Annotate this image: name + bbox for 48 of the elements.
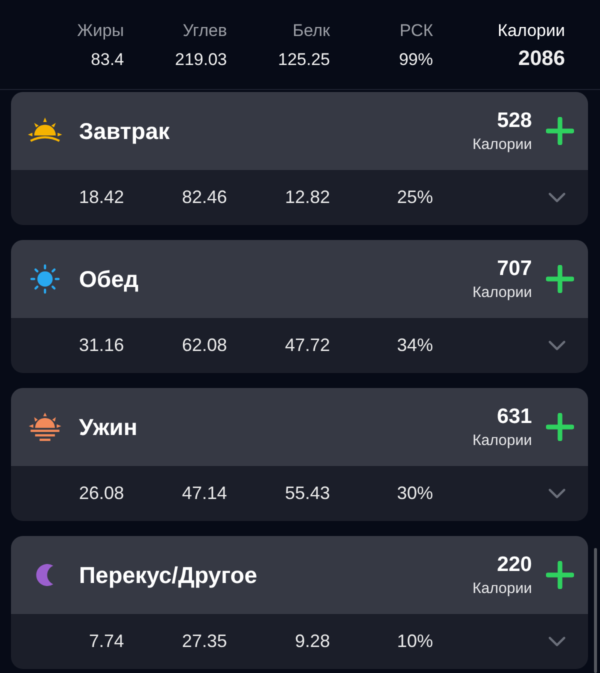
- column-label: Жиры: [77, 21, 124, 41]
- nutrient-value: 7.74: [88, 631, 124, 652]
- column-value: 99%: [398, 50, 433, 70]
- meal-calories: 707: [496, 257, 532, 281]
- column-label: Углев: [182, 21, 227, 41]
- nutrient-value: 47.14: [182, 483, 227, 504]
- nutrient-value: 27.35: [182, 631, 227, 652]
- calories-total: 2086: [518, 47, 565, 71]
- calories-label: Калории: [472, 284, 532, 301]
- calories-label: Калории: [472, 432, 532, 449]
- nutrient-value: 30%: [396, 483, 433, 504]
- meal-name: Перекус/Другое: [79, 562, 258, 588]
- add-icon[interactable]: [546, 117, 574, 145]
- chevron-down-icon[interactable]: [548, 636, 566, 647]
- chevron-down-icon[interactable]: [548, 192, 566, 203]
- add-icon[interactable]: [546, 265, 574, 293]
- nutrient-value: 62.08: [182, 335, 227, 356]
- calories-label: Калории: [498, 21, 565, 41]
- meal-name: Ужин: [79, 414, 138, 440]
- nutrient-value: 9.28: [294, 631, 330, 652]
- moon-icon: [36, 564, 54, 586]
- calories-label: Калории: [472, 136, 532, 153]
- nutrient-value: 47.72: [284, 335, 330, 356]
- meal-name: Обед: [79, 266, 140, 292]
- nutrient-value: 55.43: [284, 483, 330, 504]
- meal-name: Завтрак: [79, 118, 171, 144]
- column-label: РСК: [400, 21, 433, 41]
- chevron-down-icon[interactable]: [548, 488, 566, 499]
- nutrient-value: 18.42: [78, 187, 124, 208]
- nutrient-value: 25%: [396, 187, 433, 208]
- meal-calories: 528: [496, 109, 532, 133]
- chevron-down-icon[interactable]: [548, 340, 566, 351]
- column-value: 125.25: [278, 50, 330, 70]
- nutrient-value: 10%: [396, 631, 433, 652]
- nutrient-value: 82.46: [182, 187, 227, 208]
- column-value: 83.4: [90, 50, 124, 70]
- sunset-icon: [27, 411, 63, 443]
- meal-calories: 220: [496, 553, 532, 577]
- add-icon[interactable]: [546, 413, 574, 441]
- nutrient-value: 12.82: [284, 187, 330, 208]
- nutrient-value: 34%: [396, 335, 433, 356]
- nutrient-value: 26.08: [78, 483, 124, 504]
- add-icon[interactable]: [546, 561, 574, 589]
- column-label: Белк: [292, 21, 330, 41]
- calories-label: Калории: [472, 580, 532, 597]
- column-value: 219.03: [175, 50, 227, 70]
- meal-calories: 631: [496, 405, 532, 429]
- nutrient-value: 31.16: [78, 335, 124, 356]
